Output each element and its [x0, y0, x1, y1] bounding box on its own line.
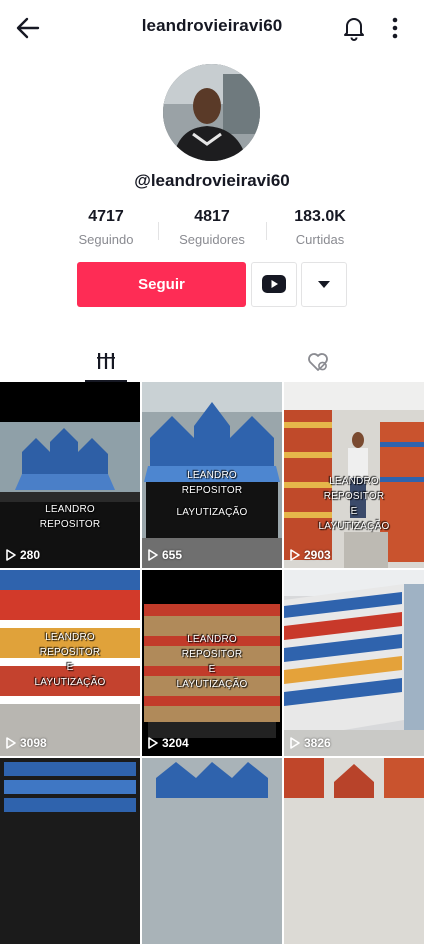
follow-button[interactable]: Seguir	[77, 262, 246, 307]
video-preview	[284, 758, 424, 944]
caption-line: LEANDRO	[187, 634, 237, 645]
video-thumbnail[interactable]: 3826	[284, 570, 424, 756]
video-preview	[0, 758, 140, 944]
video-thumbnail[interactable]: LEANDRO REPOSITOR LAYUTIZAÇÃO 655	[142, 382, 282, 568]
play-icon	[6, 549, 16, 561]
heart-hidden-icon[interactable]	[307, 352, 329, 372]
caption-line: LAYUTIZAÇÃO	[34, 677, 106, 688]
view-count: 3826	[290, 736, 331, 750]
view-count: 3204	[148, 736, 189, 750]
video-caption: LEANDRO REPOSITOR LAYUTIZAÇÃO	[142, 468, 282, 520]
video-thumbnail[interactable]	[284, 758, 424, 944]
video-grid: LEANDRO REPOSITOR 280 LEANDRO REPOSITOR …	[0, 382, 424, 944]
stat-followers-label: Seguidores	[179, 232, 245, 247]
kebab-icon[interactable]	[384, 15, 406, 41]
view-count-text: 3826	[304, 736, 331, 750]
caption-line	[142, 498, 282, 505]
video-caption: LEANDRO REPOSITOR E LAYUTIZAÇÃO	[142, 632, 282, 692]
video-thumbnail[interactable]: LEANDRO REPOSITOR 280	[0, 382, 140, 568]
view-count: 2903	[290, 548, 331, 562]
stat-following-label: Seguindo	[78, 232, 134, 247]
video-caption: LEANDRO REPOSITOR	[0, 502, 140, 532]
view-count-text: 655	[162, 548, 183, 562]
caption-line: REPOSITOR	[181, 649, 243, 660]
profile-handle: @leandrovieiravi60	[134, 171, 290, 190]
stat-followers-value: 4817	[194, 208, 230, 225]
caption-line: E	[66, 662, 74, 673]
video-thumbnail[interactable]: LEANDRO REPOSITOR E LAYUTIZAÇÃO 3204	[142, 570, 282, 756]
play-icon	[290, 549, 300, 561]
caret-down-icon	[318, 281, 330, 288]
view-count: 280	[6, 548, 40, 562]
stat-following[interactable]: 4717 Seguindo	[53, 208, 159, 247]
caption-line: E	[208, 664, 216, 675]
stat-followers[interactable]: 4817 Seguidores	[159, 208, 265, 247]
video-preview	[284, 570, 424, 756]
stat-likes-value: 183.0K	[294, 208, 346, 225]
play-icon	[148, 549, 158, 561]
stat-likes[interactable]: 183.0K Curtidas	[267, 208, 373, 247]
youtube-button[interactable]	[251, 262, 297, 307]
avatar[interactable]	[163, 64, 260, 161]
view-count: 655	[148, 548, 182, 562]
video-thumbnail[interactable]: LEANDRO REPOSITOR E LAYUTIZAÇÃO 3098	[0, 570, 140, 756]
caption-line: LEANDRO	[45, 504, 95, 515]
grid-icon[interactable]	[97, 352, 115, 370]
caption-line: REPOSITOR	[323, 491, 385, 502]
more-options-button[interactable]	[301, 262, 347, 307]
caption-line: REPOSITOR	[181, 485, 243, 496]
caption-line: REPOSITOR	[39, 647, 101, 658]
video-preview	[142, 758, 282, 944]
view-count: 3098	[6, 736, 47, 750]
caption-line: LEANDRO	[187, 470, 237, 481]
caption-line: E	[350, 506, 358, 517]
view-count-text: 3204	[162, 736, 189, 750]
video-thumbnail[interactable]	[142, 758, 282, 944]
stat-likes-label: Curtidas	[295, 232, 345, 247]
play-icon	[148, 737, 158, 749]
video-caption: LEANDRO REPOSITOR E LAYUTIZAÇÃO	[0, 630, 140, 690]
avatar-image	[163, 64, 260, 161]
caption-line: REPOSITOR	[39, 519, 101, 530]
video-thumbnail[interactable]	[0, 758, 140, 944]
video-caption: LEANDRO REPOSITOR E LAYUTIZAÇÃO	[284, 474, 424, 534]
video-preview	[0, 382, 140, 568]
caption-line: LAYUTIZAÇÃO	[176, 679, 248, 690]
top-bar: leandrovieiravi60	[0, 0, 424, 56]
view-count-text: 280	[20, 548, 41, 562]
caption-line: LEANDRO	[329, 476, 379, 487]
stat-following-value: 4717	[88, 208, 124, 225]
caption-line: LAYUTIZAÇÃO	[176, 507, 248, 518]
caption-line: LAYUTIZAÇÃO	[318, 521, 390, 532]
view-count-text: 3098	[20, 736, 47, 750]
youtube-icon	[262, 275, 286, 293]
video-thumbnail[interactable]: LEANDRO REPOSITOR E LAYUTIZAÇÃO 2903	[284, 382, 424, 568]
profile-tabs	[0, 340, 424, 382]
caption-line: LEANDRO	[45, 632, 95, 643]
play-icon	[290, 737, 300, 749]
play-icon	[6, 737, 16, 749]
bell-icon[interactable]	[342, 15, 366, 41]
view-count-text: 2903	[304, 548, 331, 562]
